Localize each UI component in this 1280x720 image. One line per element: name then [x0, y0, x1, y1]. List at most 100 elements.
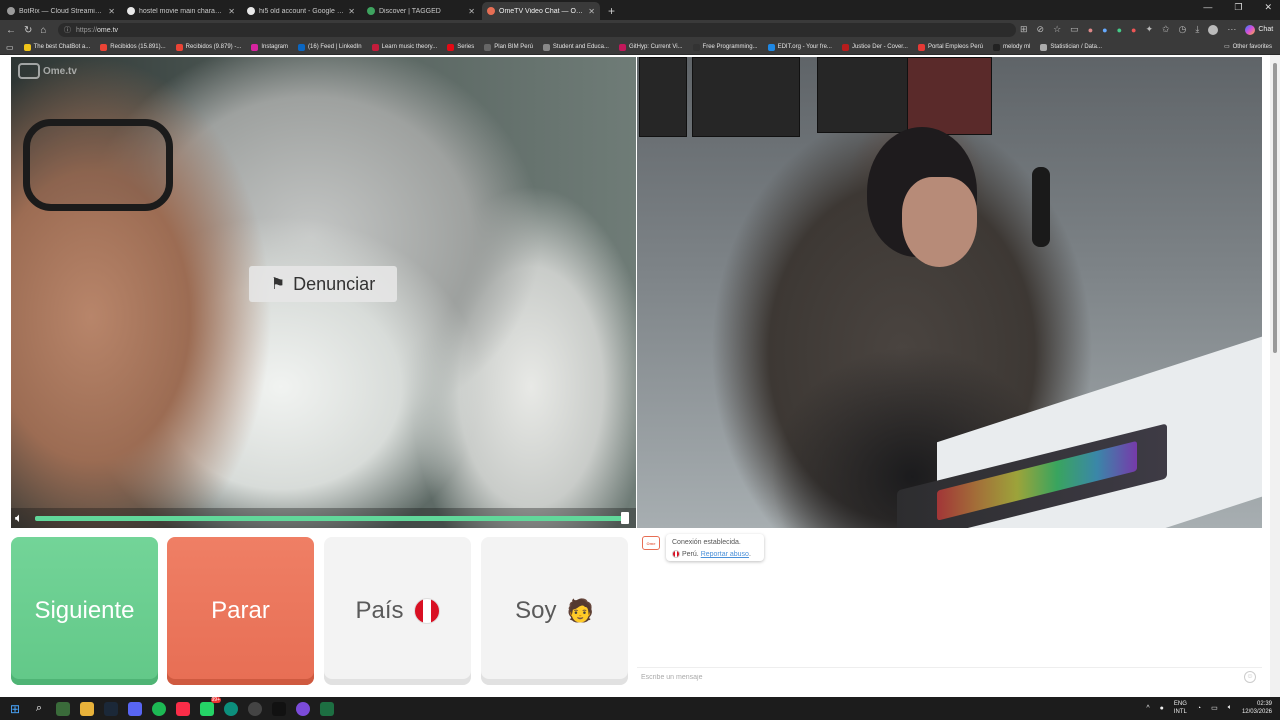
browser-tab[interactable]: hostel movie main character - Go ✕	[122, 2, 240, 20]
close-window-icon[interactable]: ✕	[1264, 2, 1272, 13]
browser-tab-active[interactable]: OmeTV Video Chat — Omeg ✕	[482, 2, 600, 20]
wall-poster	[692, 57, 800, 137]
message-input[interactable]	[641, 671, 1231, 683]
downloads-icon[interactable]: ⤓	[1195, 24, 1199, 35]
favorites-icon[interactable]: ✩	[1162, 24, 1170, 35]
other-favorites-folder[interactable]: ▭ Other favorites	[1224, 43, 1272, 51]
app-icon[interactable]	[56, 701, 70, 716]
app-icon[interactable]	[296, 701, 310, 716]
wifi-icon[interactable]: ◔	[1197, 705, 1201, 712]
gender-button[interactable]: Soy 🧑	[481, 537, 628, 685]
close-tab-icon[interactable]: ✕	[108, 7, 115, 16]
bookmark-item[interactable]: (16) Feed | LinkedIn	[298, 43, 362, 51]
volume-slider-handle[interactable]	[621, 512, 629, 524]
wall-poster	[639, 57, 687, 137]
bookmark-item[interactable]: Learn music theory...	[371, 43, 437, 51]
country-button[interactable]: País	[324, 537, 471, 685]
bookmark-item[interactable]: Justice Der - Cover...	[841, 43, 908, 51]
app-tray-icon[interactable]: ●	[1160, 705, 1164, 712]
close-tab-icon[interactable]: ✕	[588, 7, 595, 16]
file-explorer-icon[interactable]	[80, 701, 94, 716]
volume-slider[interactable]	[35, 516, 627, 521]
input-language[interactable]: ENG INTL	[1174, 700, 1187, 716]
bookmark-item[interactable]: Student and Educa...	[542, 43, 609, 51]
close-tab-icon[interactable]: ✕	[228, 7, 235, 16]
spotify-icon[interactable]	[152, 701, 166, 716]
volume-icon[interactable]: 🔈︎	[1228, 704, 1232, 712]
steam-icon[interactable]	[104, 701, 118, 716]
history-icon[interactable]: ◷	[1179, 24, 1187, 35]
extensions-puzzle-icon[interactable]: ✦	[1145, 24, 1153, 35]
browser-tab[interactable]: BotRix — Cloud Streaming Bo ✕	[2, 2, 120, 20]
back-icon[interactable]: ←	[6, 25, 16, 36]
new-tab-button[interactable]: +	[608, 2, 615, 20]
bookmark-item[interactable]: Plan BIM Perú	[484, 43, 533, 51]
bookmark-item[interactable]: The best ChatBot a...	[23, 43, 90, 51]
copilot-chat-button[interactable]: Chat	[1245, 24, 1273, 35]
bookmark-item[interactable]: Series	[447, 43, 474, 51]
bookmark-favicon-icon	[618, 43, 626, 51]
bookmark-item[interactable]: Free Programming...	[692, 43, 758, 51]
refresh-icon[interactable]: ↻	[24, 25, 32, 36]
music-app-icon[interactable]	[176, 701, 190, 716]
browser-tab[interactable]: hi5 old account - Google Search ✕	[242, 2, 360, 20]
home-icon[interactable]: ⌂	[40, 25, 46, 36]
maximize-icon[interactable]: ❐	[1234, 2, 1242, 13]
profile-avatar-icon[interactable]	[1208, 24, 1219, 35]
edge-icon[interactable]	[224, 701, 238, 716]
windows-taskbar: ⊞ ⌕ 99+ ^ ● ENG INTL ◔ ▭ 🔈︎ 02:39 12/03/…	[0, 696, 1280, 720]
speaker-icon[interactable]: 🔈︎	[15, 510, 23, 526]
country-label: País	[355, 597, 404, 624]
site-info-icon[interactable]: ⓘ	[64, 25, 71, 35]
app-available-icon[interactable]: ⊞	[1020, 24, 1028, 35]
bookmarks-menu-icon[interactable]: ▭	[6, 43, 14, 52]
clock[interactable]: 02:39 12/03/2026	[1242, 700, 1272, 716]
bookmark-item[interactable]: Portal Empleos Perú	[917, 43, 983, 51]
bookmark-favicon-icon	[767, 43, 775, 51]
next-button[interactable]: Siguiente	[11, 537, 158, 685]
ometv-logo: Ome.tv	[18, 63, 77, 79]
reading-view-icon[interactable]: ▭	[1070, 24, 1079, 35]
connection-status: Conexión establecida.	[672, 539, 741, 546]
address-bar[interactable]: ⓘ https://ome.tv	[58, 23, 1016, 37]
extension-icon[interactable]: ●	[1131, 25, 1136, 35]
bookmark-item[interactable]: melody ml	[992, 43, 1030, 51]
extension-icon[interactable]: ●	[1088, 25, 1093, 35]
report-abuse-link[interactable]: Reportar abuso	[701, 551, 749, 558]
favorite-star-icon[interactable]: ☆	[1053, 24, 1061, 35]
scrollbar-thumb[interactable]	[1273, 63, 1277, 353]
github-icon[interactable]	[248, 701, 262, 716]
stop-button[interactable]: Parar	[167, 537, 314, 685]
bookmark-item[interactable]: Statistician / Data...	[1040, 43, 1102, 51]
bookmark-item[interactable]: EDIT.org - Your fre...	[767, 43, 832, 51]
extension-icon[interactable]: ●	[1102, 25, 1107, 35]
show-hidden-icons-icon[interactable]: ^	[1146, 705, 1149, 712]
monitor-icon[interactable]: ▭	[1211, 704, 1218, 712]
bookmark-item[interactable]: Recibidos (9.879) -...	[175, 43, 242, 51]
excel-icon[interactable]	[320, 701, 334, 716]
emoji-icon[interactable]: ☺	[1244, 671, 1256, 683]
bookmark-item[interactable]: Recibidos (15.891)...	[100, 43, 166, 51]
bookmark-item[interactable]: Instagram	[251, 43, 288, 51]
bookmark-label: Recibidos (9.879) -...	[185, 44, 242, 50]
extension-icon[interactable]: ●	[1117, 25, 1122, 35]
close-tab-icon[interactable]: ✕	[468, 7, 475, 16]
page-scrollbar[interactable]	[1270, 55, 1280, 697]
tab-title: OmeTV Video Chat — Omeg	[499, 7, 585, 15]
bookmark-item[interactable]: GitHyp: Current Vi...	[618, 43, 683, 51]
tracking-icon[interactable]: ⊘	[1037, 24, 1045, 35]
discord-icon[interactable]	[128, 701, 142, 716]
bookmark-favicon-icon	[251, 43, 259, 51]
browser-tab[interactable]: Discover | TAGGED ✕	[362, 2, 480, 20]
tiktok-icon[interactable]	[272, 701, 286, 716]
close-tab-icon[interactable]: ✕	[348, 7, 355, 16]
bookmark-label: Student and Educa...	[552, 44, 609, 50]
whatsapp-icon[interactable]: 99+	[200, 696, 221, 716]
more-menu-icon[interactable]: ⋯	[1227, 24, 1236, 35]
chat-panel: Ome Conexión establecida. Perú. Reportar…	[637, 529, 1262, 686]
windows-start-icon[interactable]: ⊞	[8, 702, 22, 716]
minimize-icon[interactable]: —	[1203, 2, 1212, 13]
report-button[interactable]: ⚑ Denunciar	[249, 266, 397, 302]
search-icon[interactable]: ⌕	[32, 702, 46, 716]
browser-tab-bar: BotRix — Cloud Streaming Bo ✕ hostel mov…	[0, 0, 1280, 20]
